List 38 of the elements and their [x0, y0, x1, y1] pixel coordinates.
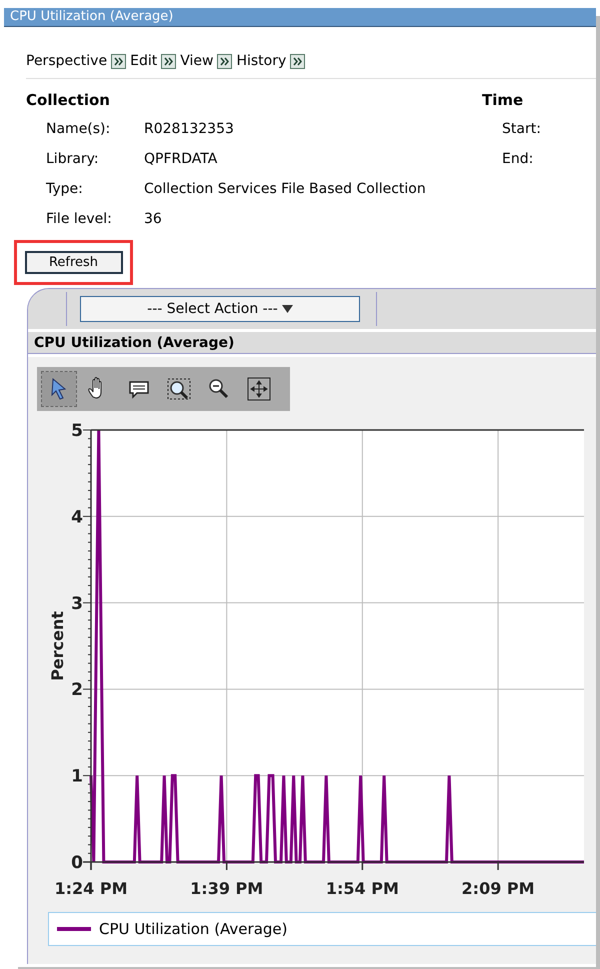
expand-menu-icon[interactable] [217, 54, 232, 68]
window-title: CPU Utilization (Average) [10, 9, 174, 24]
field-value: R028132353 [144, 120, 234, 138]
field-label: End: [502, 150, 534, 168]
field-value: Collection Services File Based Collection [144, 180, 426, 198]
y-tick-label: 1 [71, 766, 83, 787]
expand-menu-icon[interactable] [290, 54, 306, 68]
x-tick-label: 1:24 PM [54, 879, 128, 898]
expand-menu-icon[interactable] [161, 54, 176, 68]
y-tick-label: 2 [71, 680, 83, 700]
y-tick-label: 4 [71, 507, 83, 528]
select-action-dropdown[interactable]: --- Select Action --- [80, 296, 360, 322]
menu-link[interactable]: View [180, 50, 214, 72]
legend-label: CPU Utilization (Average) [99, 918, 288, 940]
menu-link[interactable]: Perspective [26, 50, 108, 72]
expand-menu-icon[interactable] [111, 54, 126, 68]
field-label: Start: [502, 120, 542, 138]
x-tick-label: 1:39 PM [190, 879, 264, 898]
y-tick-label: 0 [71, 853, 83, 873]
field-label: Library: [46, 150, 100, 168]
y-tick-label: 3 [71, 594, 83, 614]
dropdown-caret-icon [282, 305, 293, 313]
pointer-icon[interactable] [42, 372, 76, 406]
field-value: 36 [144, 210, 162, 228]
field-value: QPFRDATA [144, 150, 218, 168]
chart-title: CPU Utilization (Average) [34, 335, 234, 351]
field-label: Type: [46, 180, 84, 198]
refresh-button[interactable]: Refresh [24, 251, 122, 274]
y-tick-label: 5 [71, 421, 83, 441]
menu-link[interactable]: Edit [130, 50, 158, 72]
field-label: File level: [46, 210, 113, 228]
section-heading: Time [482, 91, 524, 109]
section-heading: Collection [26, 91, 111, 109]
x-tick-label: 1:54 PM [326, 879, 399, 898]
field-label: Name(s): [46, 120, 112, 138]
x-tick-label: 2:09 PM [462, 879, 535, 898]
y-axis-title: Percent [48, 611, 67, 681]
menu-link[interactable]: History [236, 50, 286, 72]
